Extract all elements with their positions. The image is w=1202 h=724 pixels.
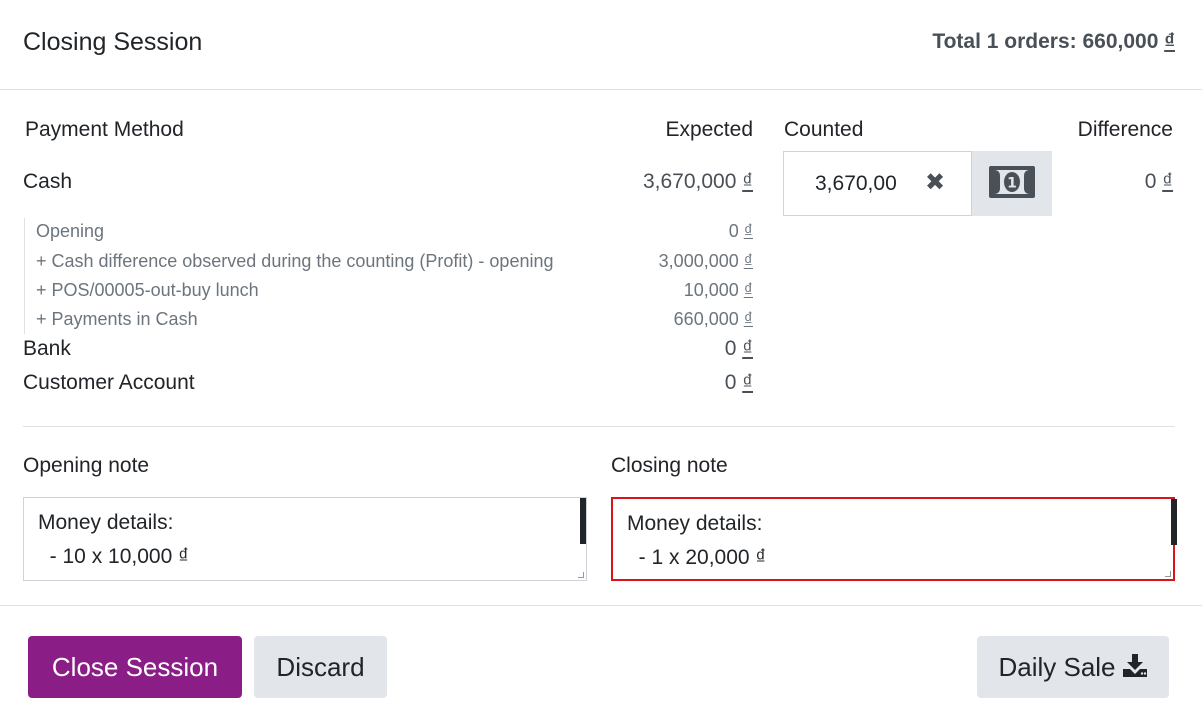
cash-method-name: Cash (23, 170, 73, 193)
cash-line-amount: 10,000 ₫ (683, 280, 753, 300)
section-divider (23, 426, 1175, 427)
resize-handle-icon[interactable] (1165, 571, 1171, 577)
closing-note-label: Closing note (611, 454, 728, 477)
cash-line-amount: 0 ₫ (728, 221, 753, 241)
cash-line-label: Opening (36, 221, 105, 241)
resize-handle-icon[interactable] (578, 572, 584, 578)
daily-sale-button[interactable]: Daily Sale (977, 636, 1169, 698)
opening-note-textarea[interactable]: Money details: - 10 x 10,000 ₫ (24, 498, 586, 580)
currency-symbol: ₫ (742, 337, 753, 360)
closing-note-scrollbar[interactable] (1171, 499, 1177, 545)
currency-symbol: ₫ (1164, 30, 1175, 53)
currency-symbol: ₫ (743, 280, 753, 300)
cash-line-amount: 660,000 ₫ (673, 309, 753, 329)
money-details-button[interactable]: 1 (971, 151, 1052, 216)
cash-details-divider (24, 218, 25, 334)
currency-symbol: ₫ (743, 221, 753, 241)
dialog-title: Closing Session (23, 28, 203, 56)
expected-header: Expected (665, 118, 753, 141)
closing-note-field: Money details: - 1 x 20,000 ₫ (611, 497, 1177, 581)
discard-button[interactable]: Discard (254, 636, 387, 698)
dialog-footer: Close Session Discard Daily Sale (0, 605, 1202, 724)
orders-total: Total 1 orders: 660,000 ₫ (932, 30, 1175, 53)
dialog-header: Closing Session Total 1 orders: 660,000 … (0, 0, 1202, 90)
bank-method-name: Bank (23, 337, 71, 360)
counted-header: Counted (784, 118, 864, 141)
opening-note-scrollbar[interactable] (580, 498, 586, 544)
cash-line-amount: 3,000,000 ₫ (658, 251, 753, 271)
cash-counted-group: ✖ 1 (783, 151, 1052, 216)
payment-method-header: Payment Method (25, 118, 184, 141)
difference-header: Difference (1077, 118, 1173, 141)
bank-expected: 0 ₫ (724, 337, 753, 360)
currency-symbol: ₫ (742, 371, 753, 394)
currency-symbol: ₫ (1162, 170, 1173, 193)
opening-note-label: Opening note (23, 454, 150, 477)
daily-sale-label: Daily Sale (998, 651, 1116, 682)
close-session-button[interactable]: Close Session (28, 636, 242, 698)
opening-note-field: Money details: - 10 x 10,000 ₫ (23, 497, 587, 581)
currency-symbol: ₫ (742, 170, 753, 193)
cash-line-label: + POS/00005-out-buy lunch (36, 280, 259, 300)
cash-difference: 0 ₫ (1144, 170, 1173, 193)
times-icon[interactable]: ✖ (920, 168, 950, 198)
currency-symbol: ₫ (743, 309, 753, 329)
money-bill-icon: 1 (989, 166, 1035, 198)
customer-account-expected: 0 ₫ (724, 371, 753, 394)
customer-account-method-name: Customer Account (23, 371, 195, 394)
closing-note-textarea[interactable]: Money details: - 1 x 20,000 ₫ (613, 499, 1173, 579)
cash-line-label: + Payments in Cash (36, 309, 198, 329)
cash-expected: 3,670,000 ₫ (642, 170, 753, 193)
svg-text:1: 1 (1007, 176, 1017, 192)
download-icon (1122, 653, 1147, 677)
cash-line-label: + Cash difference observed during the co… (36, 251, 554, 271)
currency-symbol: ₫ (743, 251, 753, 271)
